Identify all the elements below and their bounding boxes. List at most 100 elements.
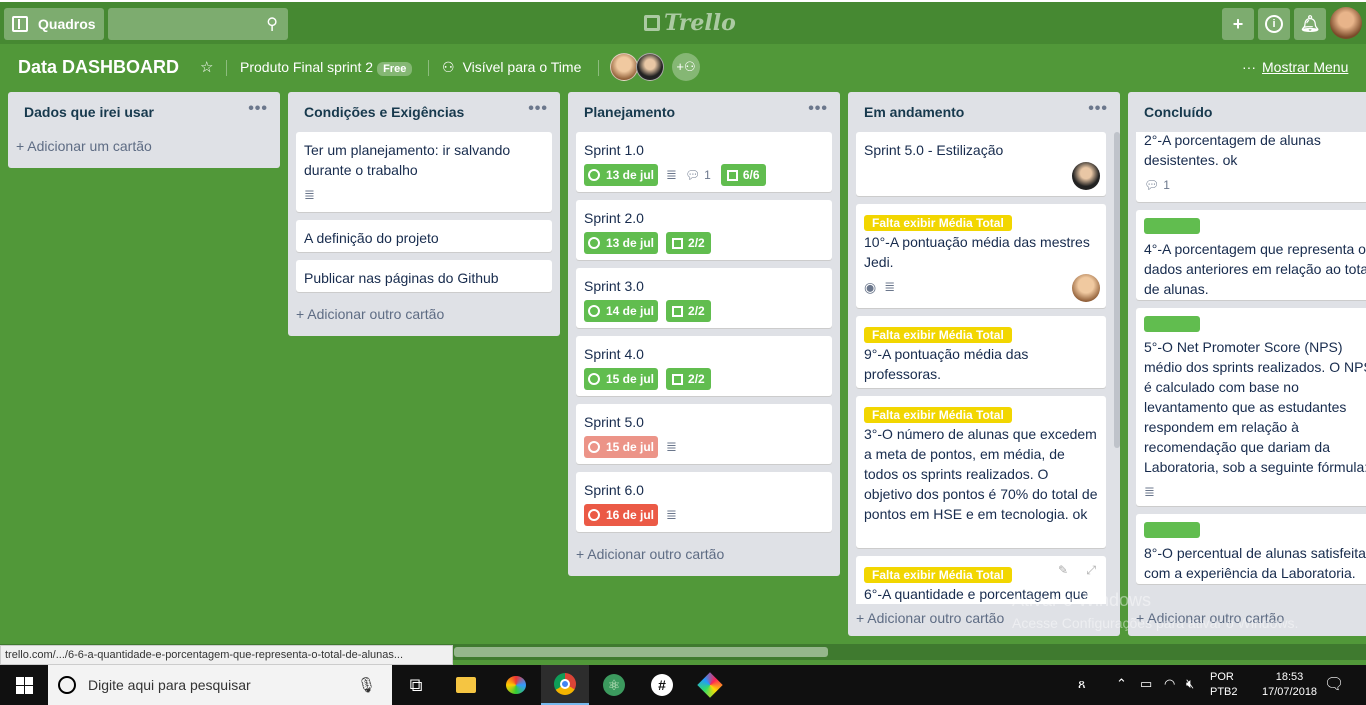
user-avatar[interactable] (1330, 7, 1362, 39)
clock[interactable]: 18:53 17/07/2018 (1262, 670, 1317, 700)
card[interactable]: A definição do projeto (296, 220, 552, 252)
tray-chevron-icon[interactable]: ⌃ (1116, 676, 1127, 692)
trello-boards-icon (12, 16, 28, 32)
description-icon: ≣ (1144, 484, 1155, 499)
card[interactable]: Sprint 6.0 16 de jul ≣ (576, 472, 832, 532)
volume-icon[interactable]: 🔇︎ (1186, 676, 1194, 692)
microphone-icon[interactable]: 🎙︎ (357, 676, 376, 694)
paint-icon[interactable] (492, 665, 540, 705)
wifi-icon[interactable]: ◠ (1164, 676, 1175, 692)
action-center-icon[interactable]: 🗨︎ (1324, 674, 1344, 694)
list-menu-icon[interactable]: ••• (808, 100, 828, 118)
create-button[interactable]: + (1222, 8, 1254, 40)
due-date: 16 de jul (606, 508, 655, 522)
member-avatar[interactable] (610, 53, 638, 81)
card-list: Ter um planejamento: ir salvando durante… (288, 132, 560, 300)
card-label: Falta exibir Média Total (864, 215, 1012, 231)
checkbox-icon (726, 169, 738, 181)
edit-icon[interactable]: ✎ (1058, 560, 1068, 580)
due-date-badge[interactable]: 14 de jul (584, 300, 659, 322)
card-title: 10°-A pontuação média das mestres Jedi. (864, 234, 1090, 270)
task-view-icon[interactable]: ⧉ (392, 665, 440, 705)
search-input[interactable]: ⚲ (108, 8, 288, 40)
due-date-badge[interactable]: 15 de jul (584, 436, 659, 458)
due-date-badge[interactable]: 16 de jul (584, 504, 659, 526)
git-kraken-icon[interactable] (686, 665, 734, 705)
card-title: 5°-O Net Promoter Score (NPS) médio dos … (1144, 339, 1366, 475)
list-header: Concluído (1128, 92, 1366, 132)
card[interactable]: Ter um planejamento: ir salvando durante… (296, 132, 552, 212)
status-url: trello.com/.../6-6-a-quantidade-e-porcen… (0, 645, 453, 665)
clock-icon (588, 441, 600, 453)
add-member-button[interactable]: +⚇ (672, 53, 700, 81)
windows-taskbar: Digite aqui para pesquisar 🎙︎ ⧉ ⚛ # ጸ ⌃ … (0, 665, 1366, 705)
card[interactable]: Sprint 4.0 15 de jul 2/2 (576, 336, 832, 396)
team-button[interactable]: Produto Final sprint 2 Free (240, 59, 413, 76)
list-title[interactable]: Concluído (1144, 104, 1212, 120)
star-icon[interactable]: ☆ (200, 58, 213, 76)
card[interactable]: Sprint 2.0 13 de jul 2/2 (576, 200, 832, 260)
atom-icon[interactable]: ⚛ (590, 665, 638, 705)
info-button[interactable]: i (1258, 8, 1290, 40)
trello-logo[interactable]: Trello (644, 10, 736, 36)
list-dados-que-irei-usar: Dados que irei usar ••• + Adicionar um c… (8, 92, 280, 168)
add-card-button[interactable]: + Adicionar outro cartão (288, 300, 560, 328)
language-indicator[interactable]: POR PTB2 (1210, 670, 1238, 700)
card-title: Sprint 1.0 (584, 142, 644, 158)
add-card-button[interactable]: + Adicionar outro cartão (1128, 604, 1366, 632)
boards-button[interactable]: Quadros (4, 8, 104, 40)
more-dots-icon: ··· (1242, 59, 1256, 75)
card[interactable]: 2°-A porcentagem de alunas desistentes. … (1136, 132, 1366, 202)
add-card-button[interactable]: + Adicionar outro cartão (848, 604, 1120, 632)
member-avatar[interactable] (1072, 162, 1100, 190)
add-card-button[interactable]: + Adicionar um cartão (8, 132, 280, 160)
card[interactable]: Publicar nas páginas do Github (296, 260, 552, 292)
list-menu-icon[interactable]: ••• (248, 100, 268, 118)
due-date-badge[interactable]: 13 de jul (584, 164, 659, 186)
checklist-count: 6/6 (742, 168, 760, 182)
list-title[interactable]: Condições e Exigências (304, 104, 464, 120)
card[interactable]: Falta exibir Média Total 10°-A pontuação… (856, 204, 1106, 308)
due-date-badge[interactable]: 15 de jul (584, 368, 659, 390)
board-title[interactable]: Data DASHBOARD (18, 57, 179, 78)
people-icon[interactable]: ጸ (1078, 676, 1086, 692)
due-date: 13 de jul (606, 236, 655, 250)
show-menu-button[interactable]: ··· Mostrar Menu (1242, 59, 1348, 75)
list-title[interactable]: Dados que irei usar (24, 104, 154, 120)
taskbar-search[interactable]: Digite aqui para pesquisar 🎙︎ (48, 665, 392, 705)
clock-icon (588, 373, 600, 385)
expand-icon[interactable]: ⤢ (1086, 560, 1096, 580)
due-date-badge[interactable]: 13 de jul (584, 232, 659, 254)
slack-icon[interactable]: # (638, 665, 686, 705)
list-menu-icon[interactable]: ••• (528, 100, 548, 118)
card[interactable]: 4°-A porcentagem que representa o dados … (1136, 210, 1366, 300)
member-avatar[interactable] (1072, 274, 1100, 302)
card[interactable]: Falta exibir Média Total 9°-A pontuação … (856, 316, 1106, 388)
board-scroll-thumb[interactable] (454, 647, 828, 657)
card-list: 2°-A porcentagem de alunas desistentes. … (1128, 132, 1366, 604)
card[interactable]: Sprint 5.0 15 de jul ≣ (576, 404, 832, 464)
card[interactable]: Falta exibir Média Total 3°-O número de … (856, 396, 1106, 548)
list-title[interactable]: Em andamento (864, 104, 964, 120)
card[interactable]: Sprint 1.0 13 de jul ≣ 💬︎ 1 6/6 (576, 132, 832, 192)
card[interactable]: Sprint 5.0 - Estilização (856, 132, 1106, 196)
battery-icon[interactable]: ▭ (1140, 676, 1152, 692)
chrome-icon[interactable] (541, 665, 589, 705)
card[interactable]: 5°-O Net Promoter Score (NPS) médio dos … (1136, 308, 1366, 506)
add-card-button[interactable]: + Adicionar outro cartão (568, 540, 840, 568)
list-title[interactable]: Planejamento (584, 104, 675, 120)
notifications-button[interactable]: 🔔︎ (1294, 8, 1326, 40)
search-icon[interactable]: ⚲ (266, 14, 278, 34)
card-label-green (1144, 316, 1200, 332)
member-avatar[interactable] (636, 53, 664, 81)
list-em-andamento: Em andamento ••• Sprint 5.0 - Estilizaçã… (848, 92, 1120, 636)
list-scrollbar[interactable] (1114, 132, 1120, 448)
start-button[interactable] (0, 665, 48, 705)
list-menu-icon[interactable]: ••• (1088, 100, 1108, 118)
card[interactable]: Sprint 3.0 14 de jul 2/2 (576, 268, 832, 328)
visibility-button[interactable]: ⚇ Visível para o Time (442, 59, 581, 76)
card[interactable]: Falta exibir Média Total ✎ ⤢ 6°-A quanti… (856, 556, 1106, 604)
file-explorer-icon[interactable] (442, 665, 490, 705)
list-header: Planejamento ••• (568, 92, 840, 132)
card[interactable]: 8°-O percentual de alunas satisfeitas co… (1136, 514, 1366, 584)
